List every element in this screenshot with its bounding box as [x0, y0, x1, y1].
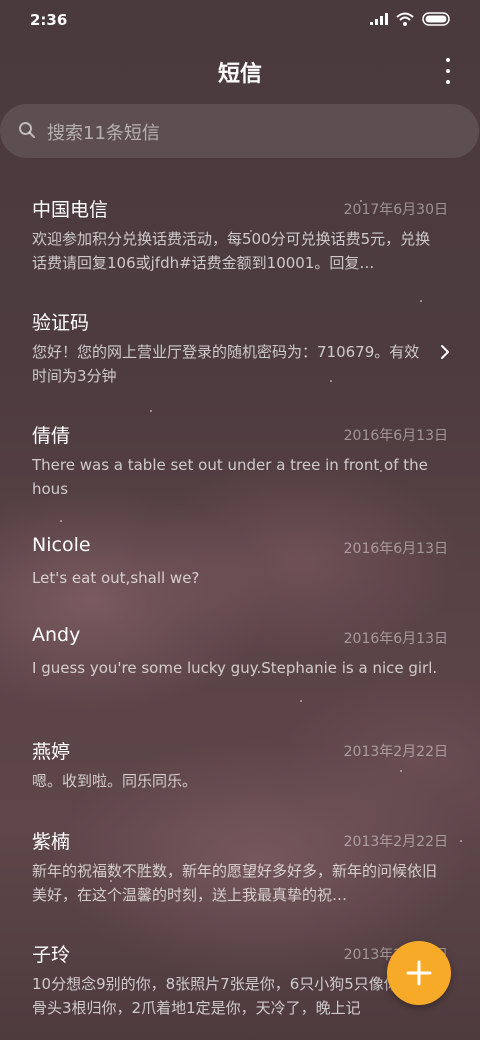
contact-name: 紫楠 [32, 831, 71, 853]
message-preview: I guess you're some lucky guy.Stephanie … [32, 659, 438, 677]
message-preview: 您好！您的网上营业厅登录的随机密码为：710679。有效时间为3分钟 [32, 343, 420, 385]
message-preview: There was a table set out under a tree i… [32, 456, 428, 498]
search-placeholder: 搜索11条短信 [47, 123, 160, 144]
page-title: 短信 [217, 62, 262, 87]
message-date: 2017年6月30日 [343, 202, 448, 218]
message-preview: 欢迎参加积分兑换话费活动，每500分可兑换话费5元，兑换话费请回复106或jfd… [32, 230, 431, 272]
contact-name: 子玲 [32, 944, 71, 966]
status-icons [370, 12, 452, 26]
contact-name: 燕婷 [32, 741, 71, 763]
message-preview: 新年的祝福数不胜数，新年的愿望好多好多，新年的问候依旧美好，在这个温馨的时刻，送… [32, 862, 438, 904]
contact-name: 验证码 [32, 312, 90, 334]
contact-name: Nicole [32, 534, 91, 556]
chevron-right-icon [441, 345, 449, 359]
message-date: 2016年6月13日 [343, 631, 448, 647]
battery-icon [422, 12, 450, 26]
conversation-item[interactable]: Nicole 2016年6月13日 Let's eat out,shall we… [0, 534, 480, 624]
message-preview: 嗯。收到啦。同乐同乐。 [32, 772, 198, 790]
conversation-item[interactable]: 燕婷 2013年2月22日 嗯。收到啦。同乐同乐。 [0, 737, 480, 827]
message-date: 2016年6月13日 [343, 541, 448, 557]
conversation-item[interactable]: 验证码 您好！您的网上营业厅登录的随机密码为：710679。有效时间为3分钟 [0, 308, 480, 398]
conversation-item[interactable]: 中国电信 2017年6月30日 欢迎参加积分兑换话费活动，每500分可兑换话费5… [0, 195, 480, 285]
wifi-icon [396, 12, 414, 26]
contact-name: 倩倩 [32, 425, 71, 447]
more-options-button[interactable] [442, 58, 454, 84]
contact-name: Andy [32, 624, 81, 646]
message-date: 2013年2月22日 [343, 744, 448, 760]
contact-name: 中国电信 [32, 199, 109, 221]
new-message-button[interactable] [387, 941, 451, 1005]
conversation-item[interactable]: 紫楠 2013年2月22日 新年的祝福数不胜数，新年的愿望好多好多，新年的问候依… [0, 827, 480, 917]
app-bar: 短信 [0, 48, 480, 92]
search-icon [19, 122, 35, 138]
status-bar: 2:36 [0, 0, 480, 40]
signal-icon [370, 13, 388, 25]
message-preview: Let's eat out,shall we? [32, 569, 200, 587]
message-preview: 10分想念9别的你，8张照片7张是你，6只小狗5只像你，4根骨头3根归你，2爪着… [32, 975, 439, 1017]
plus-icon [406, 960, 432, 986]
message-date: 2016年6月13日 [343, 428, 448, 444]
search-input[interactable]: 搜索11条短信 [0, 104, 479, 158]
status-time: 2:36 [30, 11, 68, 29]
more-vertical-icon [446, 58, 450, 62]
conversation-item[interactable]: Andy 2016年6月13日 I guess you're some luck… [0, 624, 480, 714]
conversation-item[interactable]: 倩倩 2016年6月13日 There was a table set out … [0, 421, 480, 511]
message-date: 2013年2月22日 [343, 834, 448, 850]
